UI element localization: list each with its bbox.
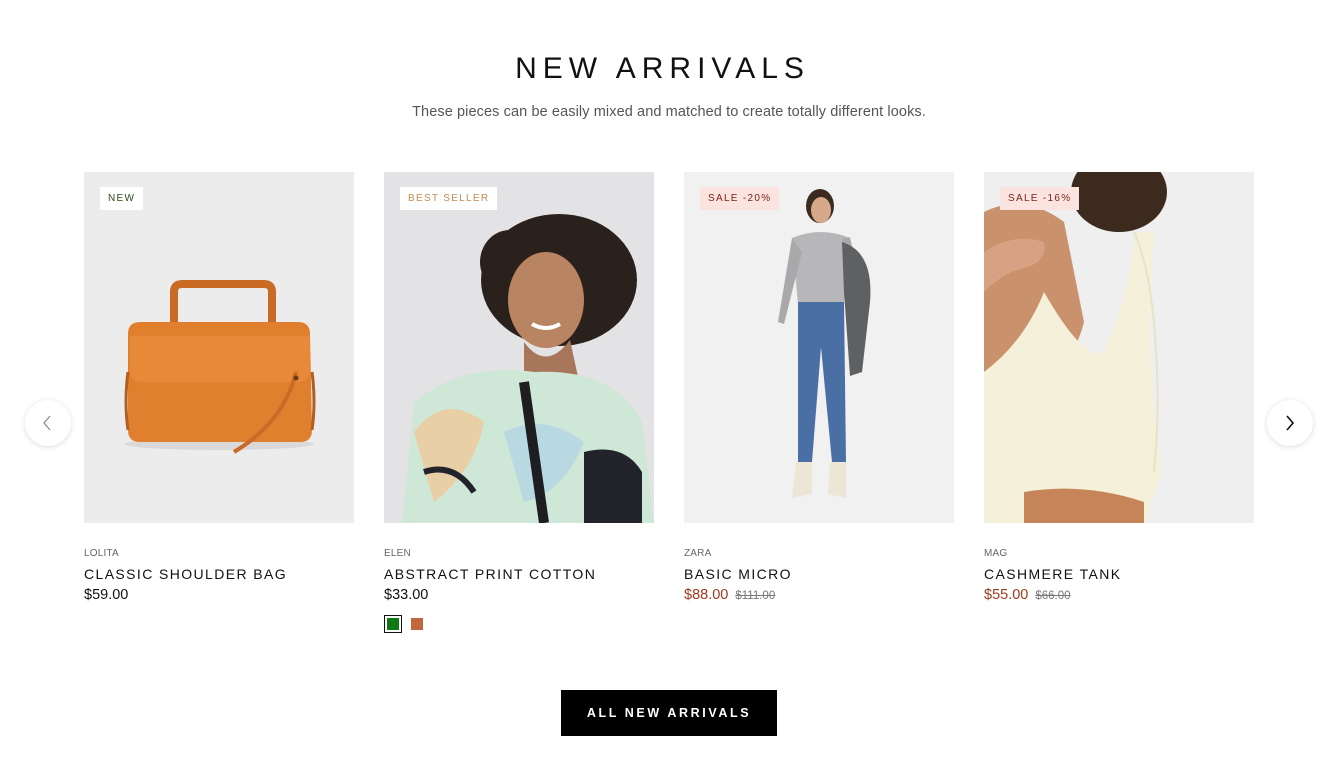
- product-image[interactable]: SALE -20%: [684, 172, 954, 523]
- product-old-price: $66.00: [1035, 590, 1071, 602]
- product-card[interactable]: SALE -16% MAG CASHMERE TANK $55.00 $66.0…: [984, 172, 1254, 603]
- product-name[interactable]: CLASSIC SHOULDER BAG: [84, 566, 354, 582]
- swatch-rust[interactable]: [408, 615, 426, 633]
- product-price: $55.00: [984, 587, 1029, 603]
- product-brand[interactable]: LOLITA: [84, 548, 354, 559]
- product-badge: NEW: [100, 187, 144, 210]
- section-title: NEW ARRIVALS: [515, 52, 810, 85]
- swatch-color: [411, 618, 423, 630]
- color-swatches: [384, 615, 654, 633]
- product-image[interactable]: BEST SELLER: [384, 172, 654, 523]
- product-card[interactable]: NEW LOLITA CLASSIC SHOULDER BAG $59.00: [84, 172, 354, 603]
- section-subtitle: These pieces can be easily mixed and mat…: [412, 104, 926, 120]
- carousel-prev-button[interactable]: [25, 400, 71, 446]
- carousel-next-button[interactable]: [1267, 400, 1313, 446]
- product-card[interactable]: BEST SELLER ELEN ABSTRACT PRINT COTTON $…: [384, 172, 654, 633]
- product-badge: SALE -16%: [1000, 187, 1080, 210]
- product-badge: SALE -20%: [700, 187, 780, 210]
- product-brand[interactable]: MAG: [984, 548, 1254, 559]
- product-name[interactable]: BASIC MICRO: [684, 566, 954, 582]
- product-image[interactable]: NEW: [84, 172, 354, 523]
- swatch-color: [387, 618, 399, 630]
- product-badge: BEST SELLER: [400, 187, 498, 210]
- product-name[interactable]: CASHMERE TANK: [984, 566, 1254, 582]
- swatch-green[interactable]: [384, 615, 402, 633]
- product-price: $33.00: [384, 587, 429, 603]
- product-price: $88.00: [684, 587, 729, 603]
- product-brand[interactable]: ELEN: [384, 548, 654, 559]
- product-brand[interactable]: ZARA: [684, 548, 954, 559]
- all-new-arrivals-button[interactable]: ALL NEW ARRIVALS: [561, 690, 777, 736]
- product-name[interactable]: ABSTRACT PRINT COTTON: [384, 566, 654, 582]
- chevron-left-icon: [43, 415, 51, 431]
- chevron-right-icon: [1286, 415, 1295, 431]
- product-old-price: $111.00: [735, 590, 776, 602]
- product-price: $59.00: [84, 587, 129, 603]
- product-card[interactable]: SALE -20% ZARA BASIC MICRO $88.00 $111.0…: [684, 172, 954, 603]
- product-image[interactable]: SALE -16%: [984, 172, 1254, 523]
